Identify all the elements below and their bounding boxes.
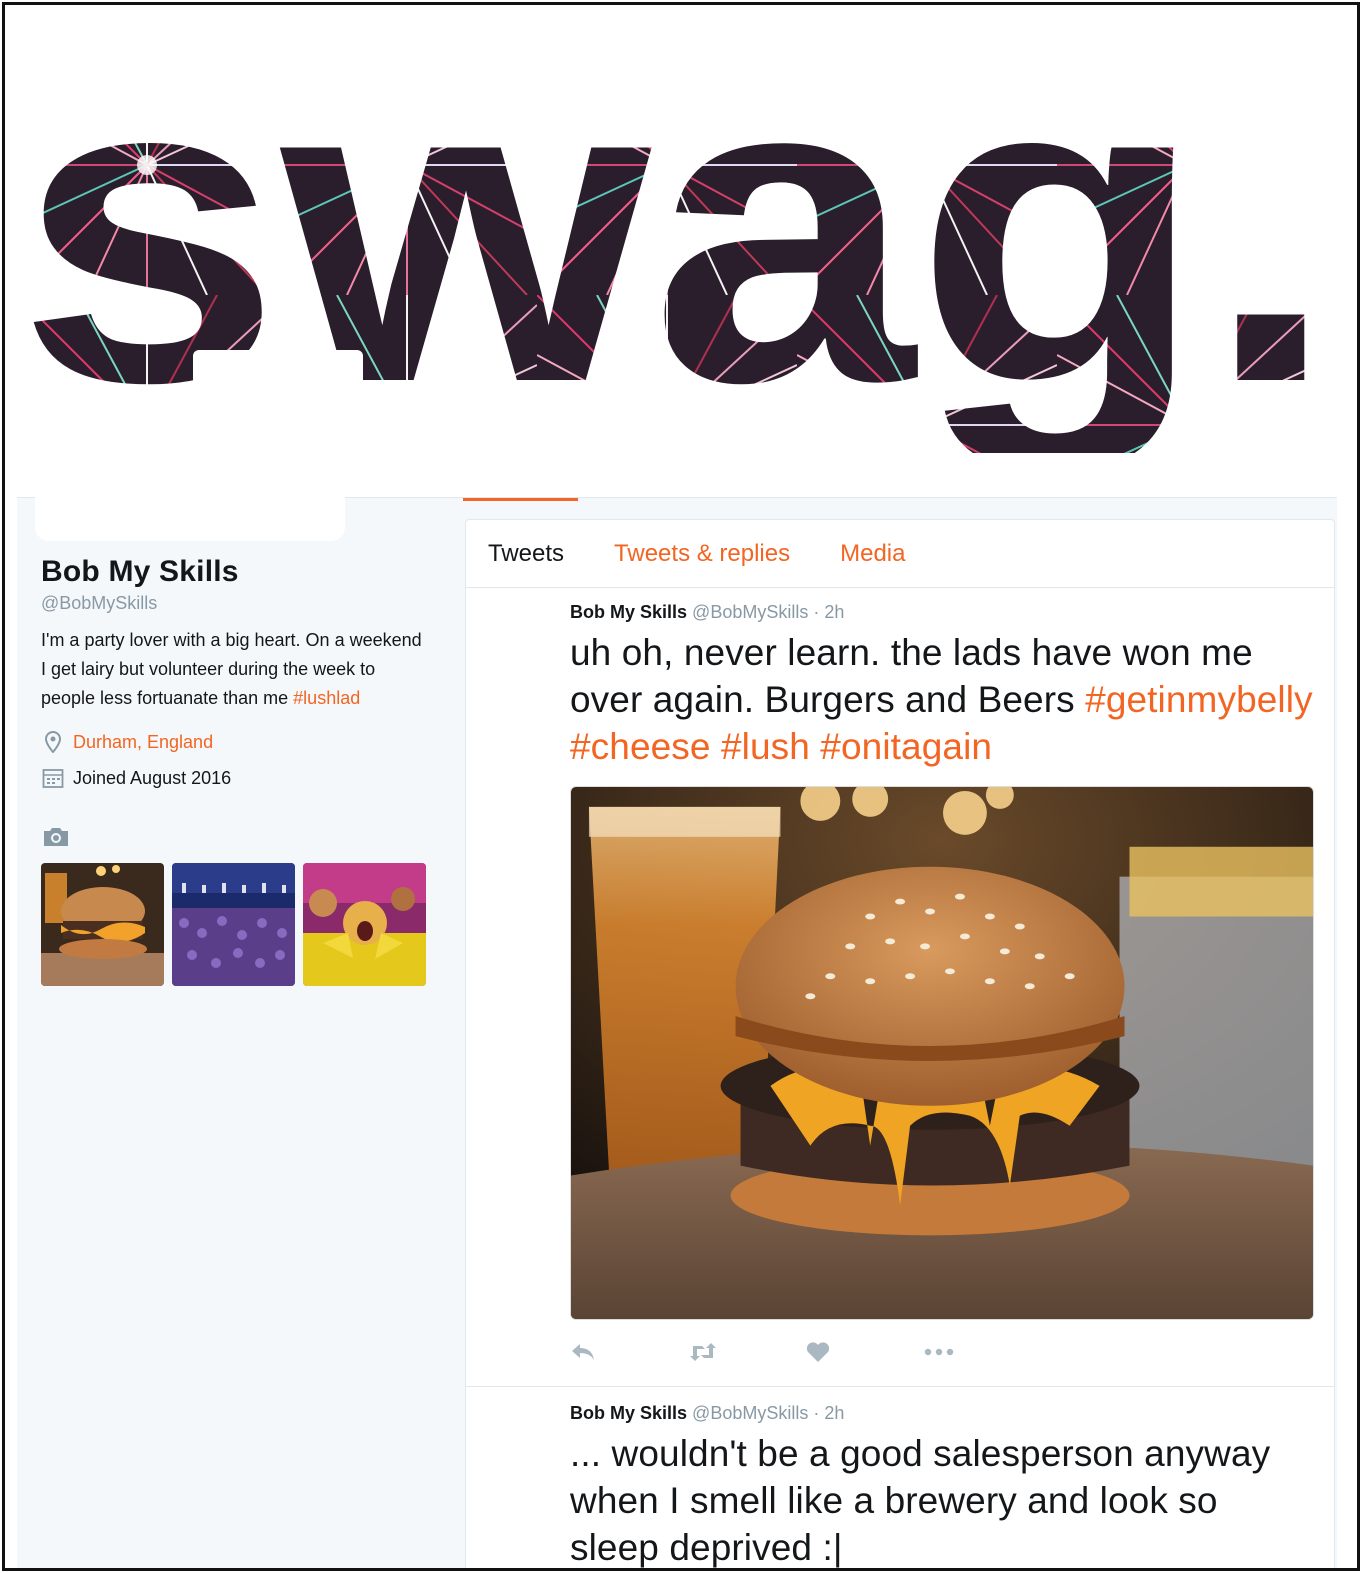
joined-date: Joined August 2016	[73, 767, 232, 788]
tweet-header: Bob My Skills @BobMySkills · 2h	[570, 588, 1314, 623]
profile-bio: I'm a party lover with a big heart. On a…	[41, 626, 431, 713]
tab-tweets-and-replies[interactable]: Tweets & replies	[614, 540, 790, 568]
profile-sidebar: Bob My Skills @BobMySkills I'm a party l…	[41, 555, 431, 986]
location-row: Durham, England	[41, 729, 431, 755]
tweet-meta[interactable]: @BobMySkills · 2h	[692, 602, 844, 622]
media-thumbnail-burger[interactable]	[41, 863, 164, 986]
tweet-author[interactable]: Bob My Skills	[570, 1403, 687, 1423]
tweet-actions	[570, 1336, 1314, 1368]
tweet-body: ... wouldn't be a good salesperson anywa…	[570, 1433, 1271, 1568]
media-thumbnail-graduation[interactable]	[172, 863, 295, 986]
profile-nav-active-indicator	[463, 498, 578, 501]
tweet-photo[interactable]	[570, 786, 1314, 1320]
timeline: Tweets Tweets & replies Media Bob My Ski…	[465, 519, 1335, 1568]
location-link[interactable]: Durham, England	[73, 732, 213, 753]
timeline-tabs: Tweets Tweets & replies Media	[466, 520, 1334, 588]
avatar-top	[193, 350, 363, 450]
profile-handle[interactable]: @BobMySkills	[41, 593, 431, 614]
window-frame: swag. Bob My Skills @BobMySkills I'm a p…	[2, 2, 1360, 1571]
reply-icon[interactable]	[570, 1342, 688, 1362]
tweet-text: ... wouldn't be a good salesperson anywa…	[570, 1430, 1314, 1568]
tweet-author[interactable]: Bob My Skills	[570, 602, 687, 622]
more-icon[interactable]	[924, 1348, 1042, 1356]
calendar-icon	[41, 766, 65, 790]
bio-hashtag-link[interactable]: #lushlad	[293, 688, 360, 708]
bio-text: I'm a party lover with a big heart. On a…	[41, 630, 422, 708]
tweet[interactable]: Bob My Skills @BobMySkills · 2h uh oh, n…	[466, 588, 1334, 1368]
tweet-meta[interactable]: @BobMySkills · 2h	[692, 1403, 844, 1423]
profile-name[interactable]: Bob My Skills	[41, 555, 431, 589]
joined-row: Joined August 2016	[41, 765, 431, 791]
tweet[interactable]: Bob My Skills @BobMySkills · 2h ... woul…	[466, 1387, 1334, 1568]
camera-icon[interactable]	[41, 825, 71, 849]
retweet-icon[interactable]	[688, 1342, 806, 1362]
tweet-text: uh oh, never learn. the lads have won me…	[570, 629, 1314, 770]
media-thumbnail-party[interactable]	[303, 863, 426, 986]
location-icon	[41, 730, 65, 754]
avatar[interactable]	[35, 495, 345, 541]
tab-tweets[interactable]: Tweets	[488, 540, 564, 568]
like-icon[interactable]	[806, 1341, 924, 1363]
tab-media[interactable]: Media	[840, 540, 905, 568]
tweet-header: Bob My Skills @BobMySkills · 2h	[570, 1387, 1314, 1424]
photos-and-videos	[41, 863, 431, 986]
